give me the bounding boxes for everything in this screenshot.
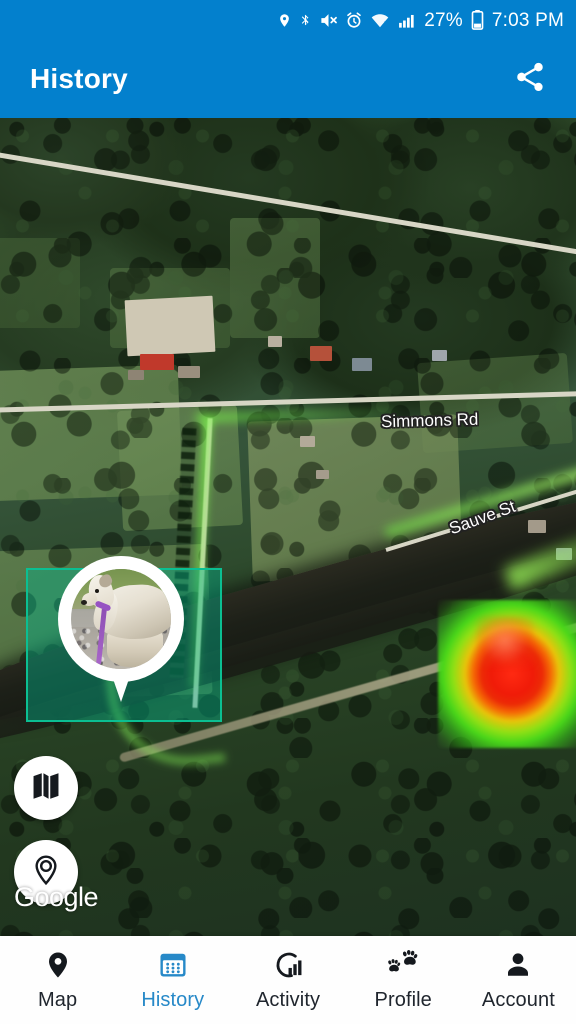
battery-percent: 27%	[424, 9, 463, 31]
nav-label-activity: Activity	[255, 989, 321, 1011]
wifi-icon	[370, 11, 390, 30]
pet-marker[interactable]	[58, 556, 184, 708]
paw-icon	[386, 948, 420, 982]
building	[310, 346, 332, 361]
nav-item-history[interactable]: History	[115, 936, 230, 1024]
building	[300, 436, 315, 447]
bottom-navigation: Map History Activity Profile Account	[0, 936, 576, 1024]
battery-icon	[471, 10, 484, 30]
activity-icon	[272, 948, 304, 982]
nav-label-profile: Profile	[374, 989, 432, 1011]
heatmap-core	[476, 616, 534, 666]
nav-label-history: History	[141, 989, 205, 1011]
nav-label-account: Account	[481, 989, 555, 1011]
nav-item-account[interactable]: Account	[461, 936, 576, 1024]
app-bar: History	[0, 40, 576, 118]
map-pin-icon	[43, 948, 73, 982]
building	[268, 336, 282, 347]
calendar-icon	[157, 948, 189, 982]
nav-item-map[interactable]: Map	[0, 936, 115, 1024]
location-pin-icon	[277, 11, 292, 30]
building	[528, 520, 546, 533]
alarm-icon	[345, 11, 363, 30]
page-title: History	[30, 63, 128, 94]
pet-photo	[71, 569, 171, 669]
nav-item-profile[interactable]: Profile	[346, 936, 461, 1024]
map-layers-icon	[29, 769, 63, 808]
share-icon	[513, 60, 547, 99]
building	[128, 370, 144, 380]
person-icon	[503, 948, 533, 982]
google-watermark: Google	[14, 882, 99, 912]
share-button[interactable]	[506, 55, 554, 103]
status-bar: 27% 7:03 PM	[0, 0, 576, 40]
map-view[interactable]: Simmons Rd Sauve St Google	[0, 118, 576, 936]
building	[316, 470, 329, 479]
dog-eye	[95, 589, 99, 593]
mute-icon	[319, 11, 338, 30]
dog-nose	[81, 600, 87, 605]
map-layers-button[interactable]	[14, 756, 78, 820]
building	[432, 350, 447, 361]
building	[124, 295, 216, 357]
nav-item-activity[interactable]: Activity	[230, 936, 345, 1024]
building	[178, 366, 200, 378]
building	[352, 358, 372, 371]
road-label-simmons: Simmons Rd	[380, 409, 479, 432]
signal-bars-icon	[397, 11, 417, 30]
map-satellite-imagery: Simmons Rd Sauve St Google	[0, 118, 576, 936]
clock-time: 7:03 PM	[491, 9, 564, 31]
building	[140, 354, 174, 370]
app-root: 27% 7:03 PM History Simmons Rd Sauve St …	[0, 0, 576, 1024]
nav-label-map: Map	[37, 989, 78, 1011]
bluetooth-icon	[299, 11, 312, 30]
